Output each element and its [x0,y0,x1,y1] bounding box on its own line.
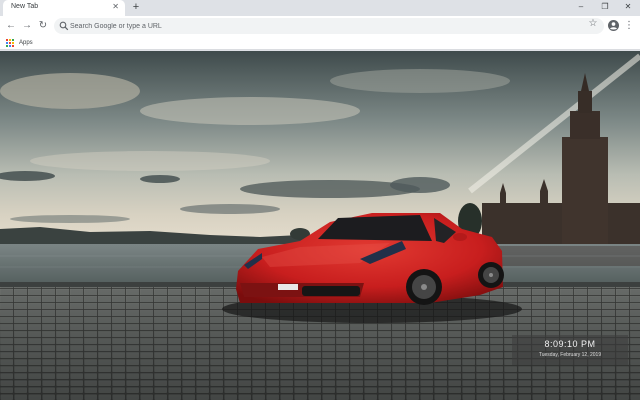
forward-arrow-icon[interactable]: → [20,19,34,33]
reload-icon[interactable]: ↻ [36,19,50,33]
tab-strip: New Tab ✕ + – ❐ ✕ [0,0,640,16]
toolbar: ← → ↻ ☆ ⋮ [0,16,640,36]
tab-new-tab[interactable]: New Tab ✕ [3,0,125,16]
clock-widget: 8:09:10 PM Tuesday, February 12, 2019 [512,335,628,365]
account-icon[interactable] [608,20,619,31]
restore-icon[interactable]: ❐ [595,1,615,13]
back-arrow-icon[interactable]: ← [4,19,18,33]
apps-shortcut[interactable]: Apps [6,38,33,48]
tab-title: New Tab [11,3,39,10]
close-icon[interactable]: ✕ [112,2,119,12]
apps-label: Apps [19,40,33,46]
star-icon[interactable]: ☆ [587,16,599,32]
window-close-icon[interactable]: ✕ [618,1,638,13]
clock-date: Tuesday, February 12, 2019 [538,352,602,358]
new-tab-page: 8:09:10 PM Tuesday, February 12, 2019 [0,51,640,400]
more-vert-icon[interactable]: ⋮ [624,19,634,33]
apps-grid-icon [6,39,14,47]
clock-time: 8:09:10 PM [544,339,596,349]
omnibox[interactable] [54,18,604,34]
search-icon [59,21,69,31]
bookmarks-bar: Apps [0,36,640,50]
plus-icon[interactable]: + [130,1,142,13]
minimize-icon[interactable]: – [571,1,591,13]
omnibox-input[interactable] [70,18,570,34]
